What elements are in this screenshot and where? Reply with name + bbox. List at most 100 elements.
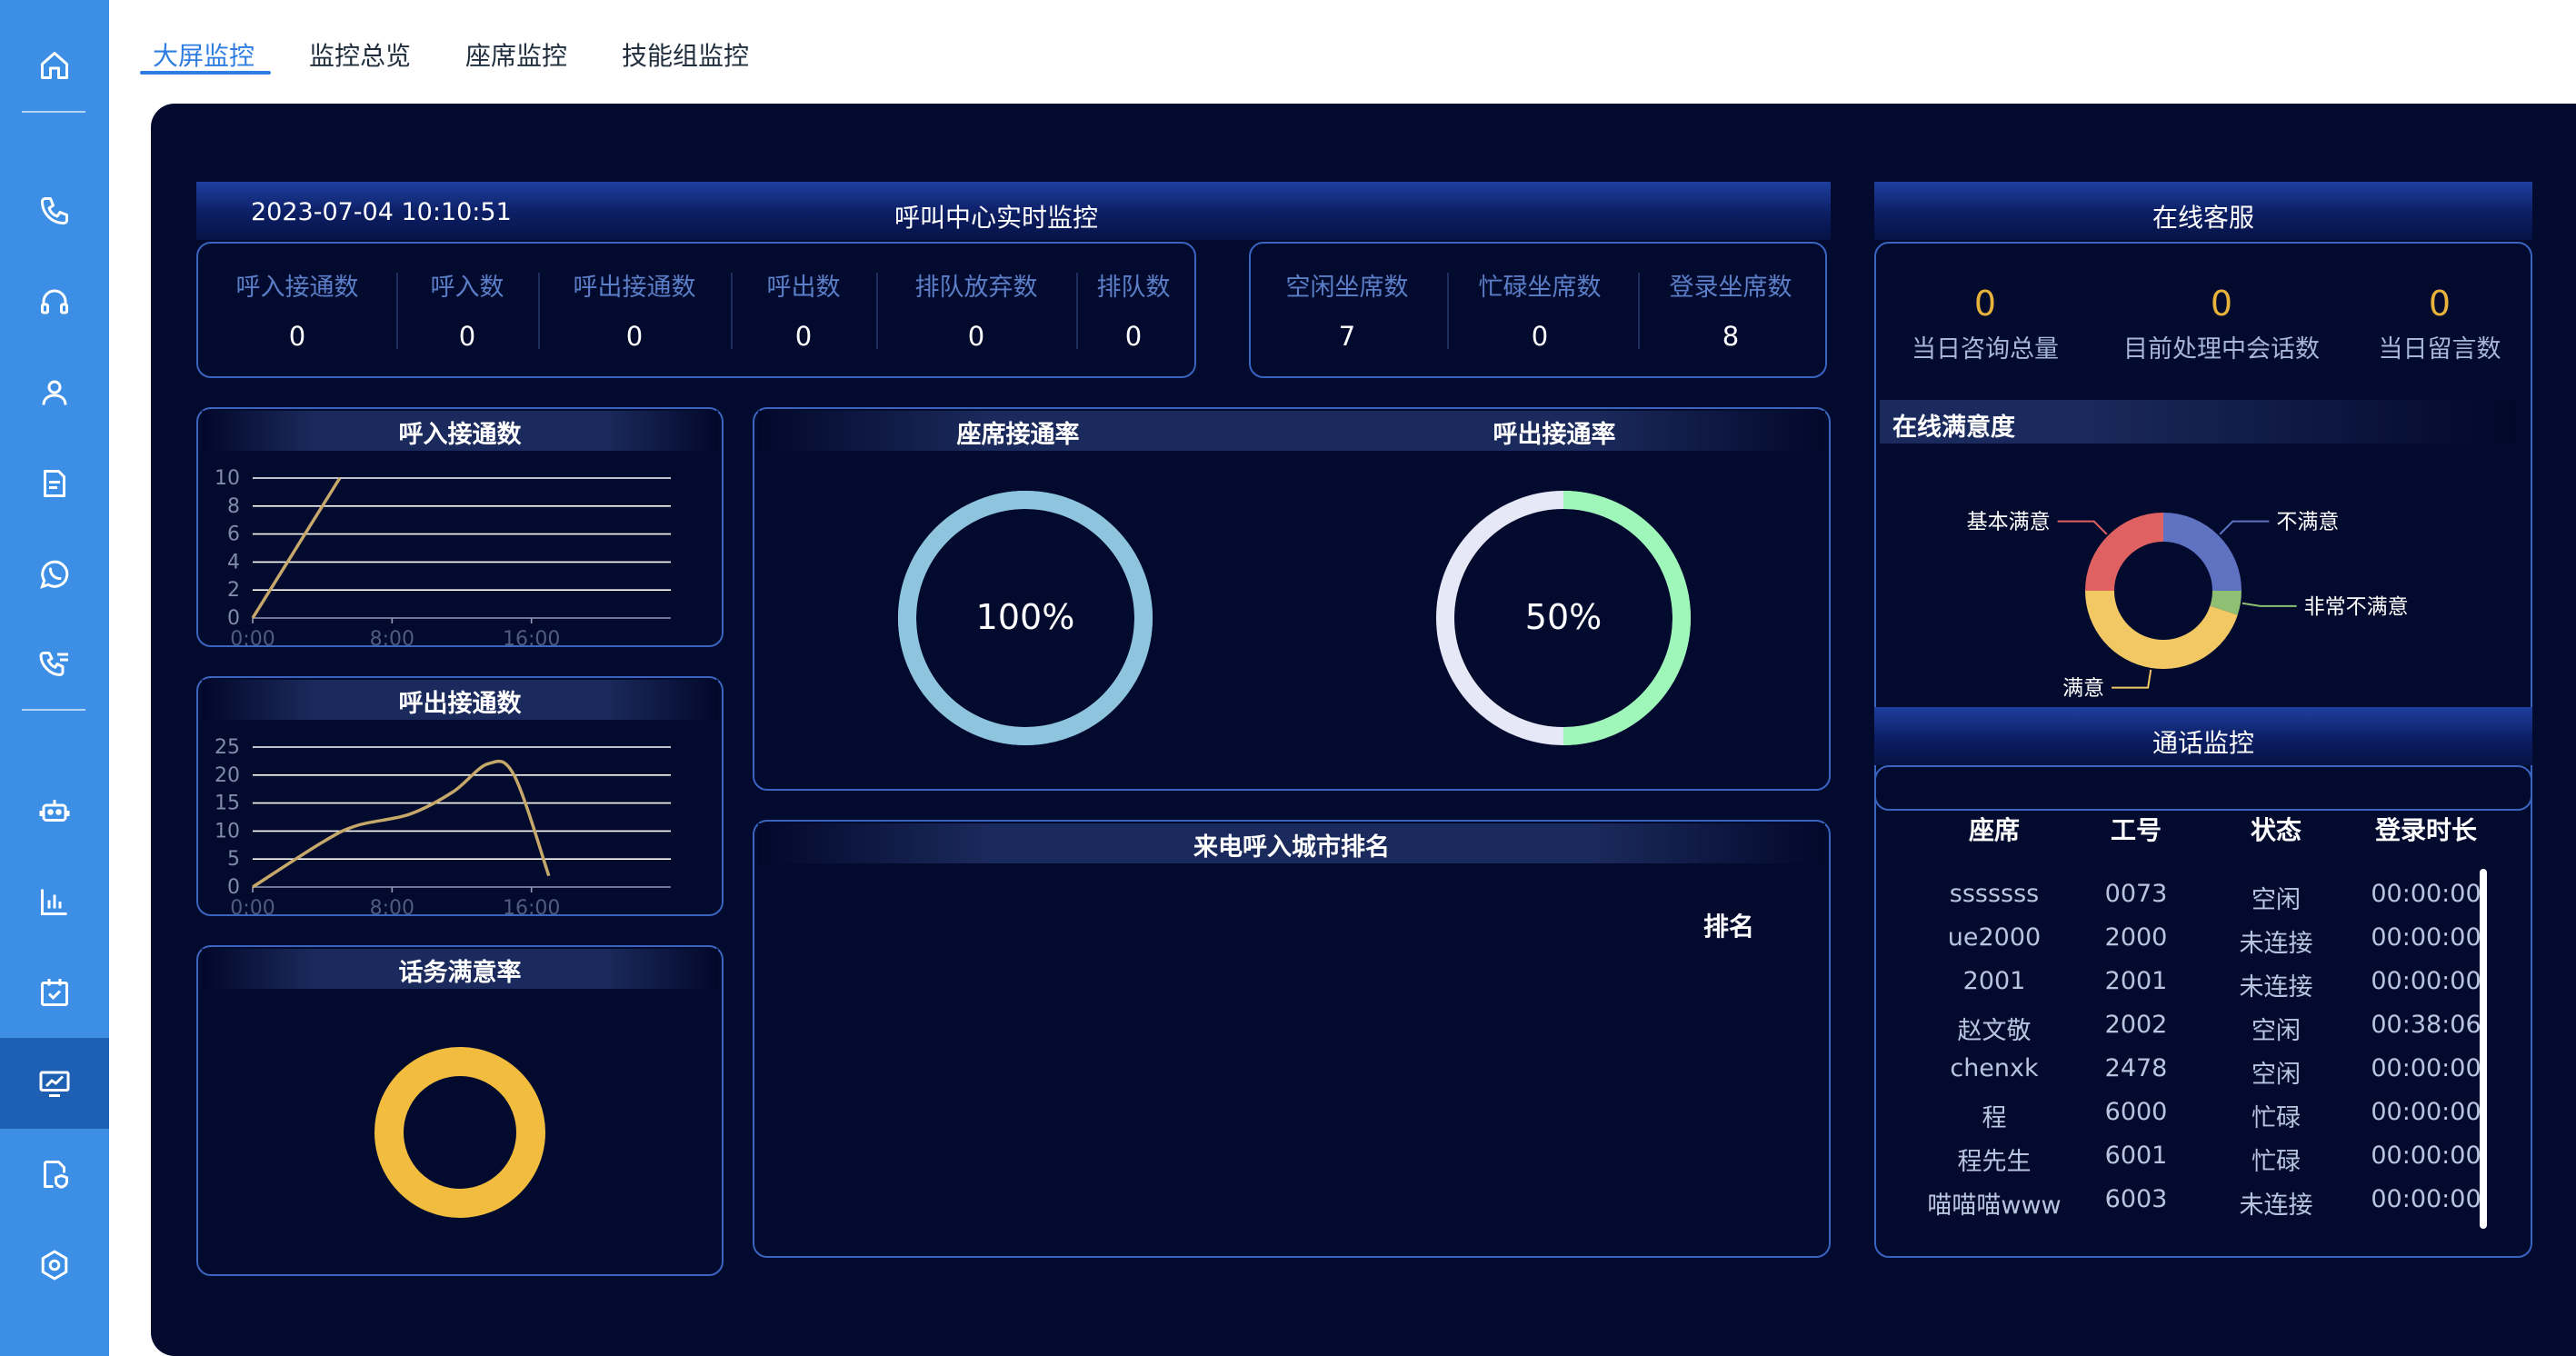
document-icon xyxy=(44,470,65,497)
x-tick-label: 0:00 xyxy=(230,897,275,916)
outbound-line-chart: 0 5 10 15 20 25 0:00 8:00 16:00 xyxy=(215,736,671,916)
stat-value: 0 xyxy=(794,321,813,352)
y-tick-label: 10 xyxy=(215,467,240,490)
stat-queue: 排队数 0 xyxy=(1082,267,1185,352)
bar-chart-icon xyxy=(41,889,67,915)
series-line xyxy=(252,759,551,889)
city-ranking-title: 来电呼入城市排名 xyxy=(1193,833,1390,862)
satisfaction-panel: 话务满意率 xyxy=(196,945,724,1276)
table-cell: 程先生 xyxy=(1957,1148,2032,1176)
table-cell: 2478 xyxy=(2104,1054,2168,1082)
sidebar-item-headset[interactable] xyxy=(0,256,109,347)
online-stat-label: 目前处理中会话数 xyxy=(2123,335,2320,364)
y-tick-label: 10 xyxy=(215,820,240,843)
city-ranking-panel: 来电呼入城市排名 排名 xyxy=(753,820,1831,1258)
col-header-duration: 登录时长 xyxy=(2374,815,2477,845)
stat-label: 忙碌坐席数 xyxy=(1478,274,1602,302)
stat-label: 呼出接通数 xyxy=(573,274,696,302)
top-tabs: 大屏监控 监控总览 座席监控 技能组监控 xyxy=(139,0,804,82)
home-icon xyxy=(41,52,68,79)
datetime: 2023-07-04 10:10:51 xyxy=(251,198,512,226)
pie-label: 基本满意 xyxy=(1967,511,2051,534)
user-icon xyxy=(42,380,67,405)
tab-overview[interactable]: 监控总览 xyxy=(309,0,411,82)
outbound-chart-panel: 呼出接通数 0 5 10 15 20 25 0:00 8:00 16:00 xyxy=(196,676,724,916)
pie-label-line xyxy=(2057,520,2108,535)
sidebar-item-home[interactable] xyxy=(0,20,109,111)
table-cell: 喵喵喵www xyxy=(1927,1191,2062,1220)
y-tick-label: 8 xyxy=(227,495,240,518)
online-stat-value: 0 xyxy=(2428,284,2451,324)
col-header-status: 状态 xyxy=(2250,815,2301,845)
stat-label: 呼入数 xyxy=(430,274,504,302)
stat-inbound: 呼入数 0 xyxy=(402,267,533,352)
shield-document-icon xyxy=(44,1161,68,1189)
seat-rate-value: 100% xyxy=(976,597,1075,637)
monitor-chart-icon xyxy=(39,1071,70,1097)
stat-outbound-connected: 呼出接通数 0 xyxy=(544,267,725,352)
online-title: 在线客服 xyxy=(2152,203,2254,233)
sidebar-item-monitor[interactable] xyxy=(0,1038,109,1129)
stat-value: 0 xyxy=(1531,321,1549,352)
seat-stats-panel: 空闲坐席数 7 忙碌坐席数 0 登录坐席数 8 xyxy=(1249,242,1827,378)
x-tick-label: 8:00 xyxy=(370,628,414,647)
sidebar-item-calendar[interactable] xyxy=(0,947,109,1038)
online-stat-messages: 0 当日留言数 xyxy=(2358,284,2521,364)
stat-value: 7 xyxy=(1338,321,1356,352)
sidebar-item-whatsapp[interactable] xyxy=(0,529,109,620)
table-cell: 未连接 xyxy=(2239,1191,2313,1220)
sidebar-item-document[interactable] xyxy=(0,438,109,529)
sidebar-item-shield-doc[interactable] xyxy=(0,1129,109,1220)
online-satisfaction-pie: 不满意非常不满意满意 基本满意 xyxy=(1967,511,2409,701)
pie-label: 满意 xyxy=(2062,677,2104,701)
sidebar-item-settings[interactable] xyxy=(0,1220,109,1311)
y-tick-label: 0 xyxy=(227,607,240,630)
tab-skill-group[interactable]: 技能组监控 xyxy=(622,0,749,82)
stat-label: 排队放弃数 xyxy=(914,274,1038,302)
tab-seat-monitor[interactable]: 座席监控 xyxy=(465,0,567,82)
table-cell: 未连接 xyxy=(2239,973,2313,1002)
sidebar xyxy=(0,0,109,1356)
table-cell: 忙碌 xyxy=(2252,1104,2301,1132)
sidebar-item-call-list[interactable] xyxy=(0,620,109,711)
online-stat-label: 当日咨询总量 xyxy=(1912,335,2059,364)
table-cell: ue2000 xyxy=(1947,923,2042,952)
table-cell: 未连接 xyxy=(2239,930,2313,958)
pie-label-line xyxy=(2242,602,2297,607)
stat-idle-seats: 空闲坐席数 7 xyxy=(1256,267,1438,352)
inbound-line-chart: 0 2 4 6 8 10 0:00 8:00 16:00 xyxy=(215,467,671,647)
x-tick-label: 16:00 xyxy=(503,628,560,647)
table-cell: 2002 xyxy=(2104,1011,2168,1039)
stat-queue-abandon: 排队放弃数 0 xyxy=(882,267,1071,352)
outbound-rate-value: 50% xyxy=(1525,597,1602,637)
sidebar-item-user[interactable] xyxy=(0,347,109,438)
call-monitor-title: 通话监控 xyxy=(2152,728,2254,758)
table-cell: 2001 xyxy=(2104,967,2168,995)
table-cell: 赵文敬 xyxy=(1957,1017,2032,1045)
sidebar-item-phone[interactable] xyxy=(0,165,109,256)
whatsapp-icon xyxy=(40,560,69,589)
stat-inbound-connected: 呼入接通数 0 xyxy=(211,267,384,352)
table-cell: chenxk xyxy=(1950,1054,2039,1082)
sidebar-item-robot[interactable] xyxy=(0,765,109,856)
table-scrollbar[interactable] xyxy=(2480,869,2487,1229)
pie-label: 非常不满意 xyxy=(2304,595,2409,619)
y-tick-label: 6 xyxy=(227,523,240,546)
y-tick-label: 15 xyxy=(215,793,240,815)
pie-label-line xyxy=(2112,669,2152,689)
table-cell: 忙碌 xyxy=(2252,1148,2301,1176)
col-header-seat: 座席 xyxy=(1968,815,2020,845)
online-stat-processing: 0 目前处理中会话数 xyxy=(2103,284,2340,364)
stat-label: 登录坐席数 xyxy=(1669,274,1792,302)
pie-label-line xyxy=(2219,520,2270,535)
stat-value: 0 xyxy=(1124,321,1143,352)
tab-big-screen[interactable]: 大屏监控 xyxy=(139,0,272,82)
y-tick-label: 0 xyxy=(227,876,240,899)
calendar-check-icon xyxy=(41,979,68,1006)
sidebar-item-bar-chart[interactable] xyxy=(0,856,109,947)
settings-icon xyxy=(41,1250,68,1281)
call-list-icon xyxy=(39,652,68,676)
table-cell: 空闲 xyxy=(2252,886,2301,914)
online-stat-label: 当日留言数 xyxy=(2378,335,2501,364)
col-header-id: 工号 xyxy=(2110,815,2162,845)
